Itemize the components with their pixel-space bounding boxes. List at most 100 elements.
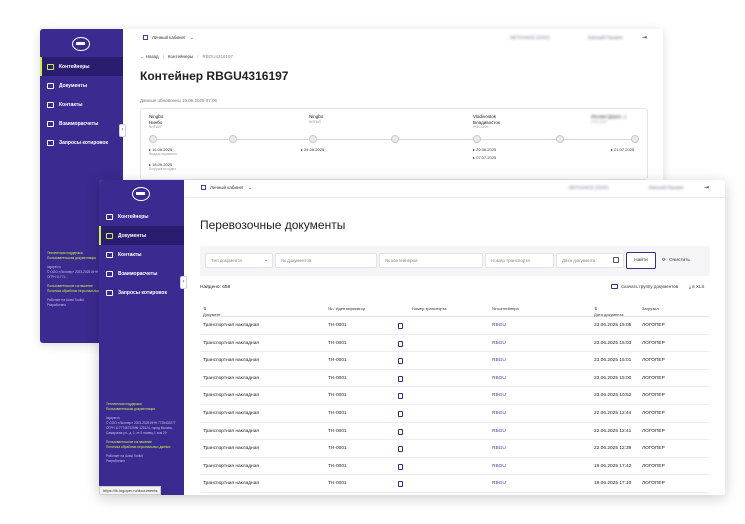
breadcrumb-containers[interactable]: Контейнеры — [168, 54, 193, 59]
date-cell: 23.06.2025 15:00 — [594, 375, 632, 381]
table-row[interactable]: Транспортная накладная ТН-0001 RBGU 22.06.2… — [200, 423, 710, 441]
sidebar-item-containers[interactable]: Контейнеры — [40, 57, 123, 76]
table-row[interactable]: Транспортная накладная ТН-0001 RBGU 23.06.2… — [200, 387, 710, 405]
copy-icon[interactable] — [398, 410, 403, 417]
sidebar-item-quotes[interactable]: Запросы котировок — [40, 133, 123, 152]
sidebar-collapse-button[interactable]: ‹ — [180, 276, 187, 289]
status-url: https://lk.logoper.ru/documents — [99, 486, 162, 495]
container-cell[interactable]: RBGU — [492, 323, 506, 328]
company-selector[interactable]: NETHANCE (ООО) — [569, 185, 609, 190]
sidebar-item-contacts[interactable]: Контакты — [99, 245, 184, 264]
copy-icon[interactable] — [398, 463, 403, 470]
uploaded-by-cell: ЛОГОПЕР — [642, 446, 665, 452]
user-menu[interactable]: Евгений Пашкин — [588, 35, 623, 40]
table-row[interactable]: Транспортная накладная ТН-0001 RBGU 19.06.2… — [200, 475, 710, 493]
uploaded-by-cell: ЛОГОПЕР — [642, 463, 665, 469]
clear-button[interactable]: ⟳ Очистить — [662, 252, 690, 269]
doc-type-select[interactable]: Тип документа ⌄ — [205, 253, 273, 268]
logoper-logo[interactable] — [132, 187, 150, 201]
column-header[interactable]: Дата документа ⇅ — [594, 306, 623, 317]
doc-name-cell: Транспортная накладная — [203, 393, 259, 399]
download-group-button[interactable]: Скачать группу документов — [611, 284, 678, 290]
table-body: Транспортная накладная ТН-0001 RBGU 23.06.2… — [200, 317, 710, 493]
privacy-link[interactable]: Политика обработки персональных данных — [106, 445, 176, 450]
breadcrumb-current: RBGU4316197 — [202, 54, 234, 59]
doc-name-cell: Транспортная накладная — [203, 463, 259, 469]
table-row[interactable]: Транспортная накладная ТН-0001 RBGU 22.06.2… — [200, 405, 710, 423]
logoper-logo[interactable] — [72, 37, 90, 51]
logout-icon[interactable]: ⇥ — [642, 34, 647, 41]
route-point-icon — [556, 135, 564, 143]
copy-icon[interactable] — [398, 375, 403, 382]
container-cell[interactable]: RBGU — [492, 376, 506, 381]
sidebar-item-quotes[interactable]: Запросы котировок — [99, 283, 184, 302]
container-cell[interactable]: RBGU — [492, 446, 506, 451]
doc-number-input[interactable]: № документов — [275, 253, 377, 268]
calendar-icon — [613, 257, 619, 263]
container-icon — [47, 63, 54, 70]
sidebar-item-contacts[interactable]: Контакты — [40, 95, 123, 114]
copy-icon[interactable] — [398, 481, 403, 488]
company-selector[interactable]: NETHANCE (ООО) — [510, 35, 550, 40]
updated-text: Данные обновлены 19.06.2025 07:05 — [140, 98, 217, 103]
breadcrumb: ← Назад | Контейнеры / RBGU4316197 — [140, 54, 234, 59]
doc-id-cell: ТН-0001 — [328, 375, 347, 381]
sidebar-item-settlements[interactable]: Взаиморасчеты — [99, 264, 184, 283]
copy-icon[interactable] — [398, 323, 403, 329]
doc-name-cell: Транспортная накладная — [203, 323, 259, 328]
table-row[interactable]: Транспортная накладная ТН-0001 RBGU 23.06.2… — [200, 335, 710, 353]
copy-icon[interactable] — [398, 393, 403, 400]
column-header[interactable]: Документ ⇅ — [203, 306, 221, 317]
table-row[interactable]: Транспортная накладная ТН-0001 RBGU 23.06.2… — [200, 317, 710, 335]
doc-id-cell: ТН-0001 — [328, 410, 347, 416]
table-row[interactable]: Транспортная накладная ТН-0001 RBGU 19.06.2… — [200, 458, 710, 476]
contacts-icon — [47, 101, 54, 108]
logout-icon[interactable]: ⇥ — [704, 184, 709, 191]
route-point-icon — [229, 135, 237, 143]
date-cell: 22.06.2025 12:39 — [594, 446, 632, 452]
contacts-icon — [106, 251, 113, 258]
table-row[interactable]: Транспортная накладная ТН-0001 RBGU 23.06.2… — [200, 370, 710, 388]
quotes-icon — [106, 289, 113, 296]
uploaded-by-cell: ЛОГОПЕР — [642, 340, 665, 346]
back-link[interactable]: ← Назад — [140, 54, 159, 59]
table-row[interactable]: Транспортная накладная ТН-0001 RBGU 23.06.2… — [200, 352, 710, 370]
uploaded-by-cell: ЛОГОПЕР — [642, 393, 665, 399]
copy-icon[interactable] — [398, 428, 403, 435]
chevron-down-icon: ⌄ — [263, 257, 268, 263]
container-cell[interactable]: RBGU — [492, 464, 506, 469]
doc-date-input[interactable]: Дата документа — [556, 253, 624, 268]
copy-icon[interactable] — [398, 446, 403, 453]
user-menu[interactable]: Евгений Пашкин — [649, 185, 684, 190]
container-number-input[interactable]: № контейнеров — [379, 253, 483, 268]
find-button[interactable]: Найти — [626, 252, 656, 269]
page-title: Перевозочные документы — [200, 218, 346, 232]
copy-icon[interactable] — [398, 358, 403, 365]
container-cell[interactable]: RBGU — [492, 358, 506, 363]
download-xls-button[interactable]: ⤓ в XLS — [689, 284, 704, 289]
date-cell: 23.06.2025 15:01 — [594, 358, 632, 364]
transport-number-input[interactable]: Номер транспорта — [485, 253, 554, 268]
doc-id-cell: ТН-0001 — [328, 428, 347, 434]
container-cell[interactable]: RBGU — [492, 429, 506, 434]
cabinet-menu[interactable]: Личный кабинет ⌄ — [201, 185, 252, 191]
container-cell[interactable]: RBGU — [492, 393, 506, 398]
container-cell[interactable]: RBGU — [492, 481, 506, 486]
documents-window: Контейнеры Документы Контакты Взаиморасч… — [99, 180, 725, 495]
sidebar-item-containers[interactable]: Контейнеры — [99, 207, 184, 226]
table-row[interactable]: Транспортная накладная ТН-0001 RBGU 22.06.2… — [200, 440, 710, 458]
legal-text: © ООО «Логопер» 2023-2025 ИНН 7725402077… — [106, 421, 176, 435]
doc-id-cell: ТН-0001 — [328, 358, 347, 364]
sidebar-item-settlements[interactable]: Взаиморасчеты — [40, 114, 123, 133]
cabinet-menu[interactable]: Личный кабинет ⌄ — [143, 35, 194, 41]
container-cell[interactable]: RBGU — [492, 411, 506, 416]
user-docs-link[interactable]: Пользовательская документация — [106, 407, 176, 412]
container-cell[interactable]: RBGU — [492, 341, 506, 346]
route-point-icon — [309, 135, 317, 143]
date-cell: 22.06.2025 12:41 — [594, 428, 632, 434]
sidebar-collapse-button[interactable]: ‹ — [119, 124, 126, 137]
sidebar-item-documents[interactable]: Документы — [40, 76, 123, 95]
copy-icon[interactable] — [398, 340, 403, 347]
settlements-icon — [106, 270, 113, 277]
sidebar-item-documents[interactable]: Документы — [99, 226, 184, 245]
